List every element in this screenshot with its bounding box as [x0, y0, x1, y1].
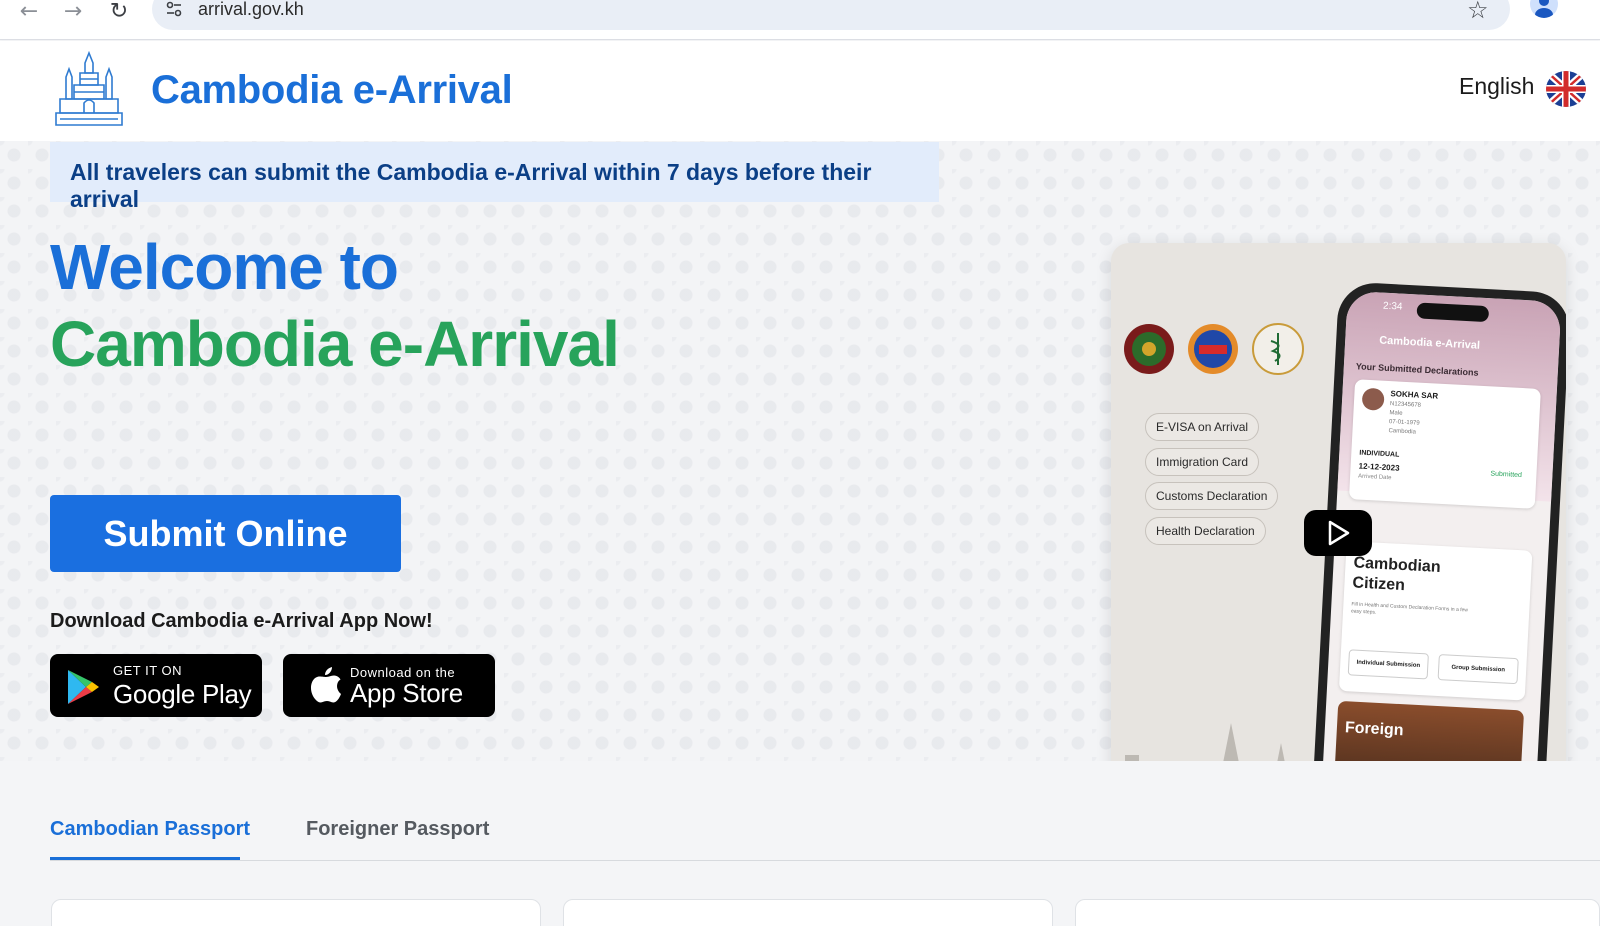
service-pill-health: Health Declaration [1145, 517, 1266, 545]
service-pill-evisa: E-VISA on Arrival [1145, 413, 1260, 441]
tabs-divider [50, 860, 1600, 861]
declaration-status: Submitted [1490, 470, 1523, 480]
foreign-title: Foreign [1344, 719, 1404, 740]
uk-flag-icon[interactable] [1546, 71, 1586, 107]
group-submission-button: Group Submission [1437, 654, 1519, 685]
arrival-notice-banner: All travelers can submit the Cambodia e-… [50, 142, 939, 212]
submit-online-button[interactable]: Submit Online [50, 495, 401, 572]
site-title[interactable]: Cambodia e-Arrival [151, 68, 513, 113]
phone-screen: 2:34 Cambodia e-Arrival Your Submitted D… [1320, 290, 1562, 823]
individual-submission-button: Individual Submission [1347, 649, 1429, 680]
site-header: Cambodia e-Arrival English [0, 41, 1600, 141]
google-play-small-text: GET IT ON [113, 663, 183, 678]
phone-time: 2:34 [1382, 300, 1403, 313]
play-video-button[interactable] [1304, 510, 1372, 556]
service-pill-customs: Customs Declaration [1145, 482, 1279, 510]
declarant-country: Cambodia [1388, 428, 1416, 436]
language-selector[interactable]: English [1459, 73, 1534, 100]
welcome-heading-line2: Cambodia e-Arrival [50, 308, 620, 380]
apple-logo-icon [311, 667, 341, 703]
citizen-title: Cambodian Citizen [1352, 554, 1442, 595]
declaration-card: SOKHA SAR N12345678 Male 07-01-1979 Camb… [1348, 379, 1541, 509]
play-icon [1328, 520, 1350, 546]
bookmark-star-icon[interactable]: ☆ [1467, 0, 1489, 24]
promo-video-thumbnail[interactable]: E-VISA on Arrival Immigration Card Custo… [1111, 243, 1566, 823]
site-settings-icon[interactable] [164, 0, 184, 20]
ministry-emblems-icon [1124, 323, 1304, 375]
welcome-heading-line1: Welcome to [50, 231, 399, 303]
notice-text: All travelers can submit the Cambodia e-… [70, 159, 872, 212]
profile-avatar-icon[interactable] [1530, 0, 1558, 18]
angkor-temple-logo-icon[interactable] [54, 51, 124, 129]
declaration-type: INDIVIDUAL [1359, 449, 1400, 459]
google-play-icon [68, 670, 99, 704]
browser-toolbar: ← → ↻ arrival.gov.kh ☆ [0, 0, 1600, 40]
service-pill-immigration: Immigration Card [1145, 448, 1260, 476]
app-store-big-text: App Store [350, 678, 463, 708]
declaration-date-label: Arrived Date [1357, 473, 1392, 482]
app-store-button[interactable]: Download on the App Store [283, 654, 495, 717]
declarant-passport: N12345678 [1389, 401, 1422, 409]
option-card-1[interactable] [51, 899, 541, 926]
citizen-description: Fill in Health and Custom Declaration Fo… [1350, 601, 1469, 616]
declarant-name: SOKHA SAR [1390, 389, 1439, 401]
download-app-heading: Download Cambodia e-Arrival App Now! [50, 610, 433, 632]
citizen-card: Cambodian Citizen Fill in Health and Cus… [1338, 541, 1533, 701]
tab-foreigner-passport[interactable]: Foreigner Passport [306, 818, 489, 841]
forward-arrow-icon[interactable]: → [58, 0, 88, 24]
declaration-date: 12-12-2023 [1358, 461, 1400, 473]
back-arrow-icon[interactable]: ← [14, 0, 44, 24]
google-play-big-text: Google Play [113, 679, 252, 709]
declarant-dob: 07-01-1979 [1388, 419, 1420, 427]
declarant-gender: Male [1389, 410, 1403, 417]
address-bar[interactable] [152, 0, 1510, 30]
option-card-3[interactable] [1075, 899, 1600, 926]
url-text[interactable]: arrival.gov.kh [198, 0, 304, 20]
user-avatar [1361, 387, 1385, 411]
option-card-2[interactable] [563, 899, 1053, 926]
reload-icon[interactable]: ↻ [104, 0, 134, 24]
tab-cambodian-passport[interactable]: Cambodian Passport [50, 818, 250, 841]
google-play-button[interactable]: GET IT ON Google Play [50, 654, 262, 717]
